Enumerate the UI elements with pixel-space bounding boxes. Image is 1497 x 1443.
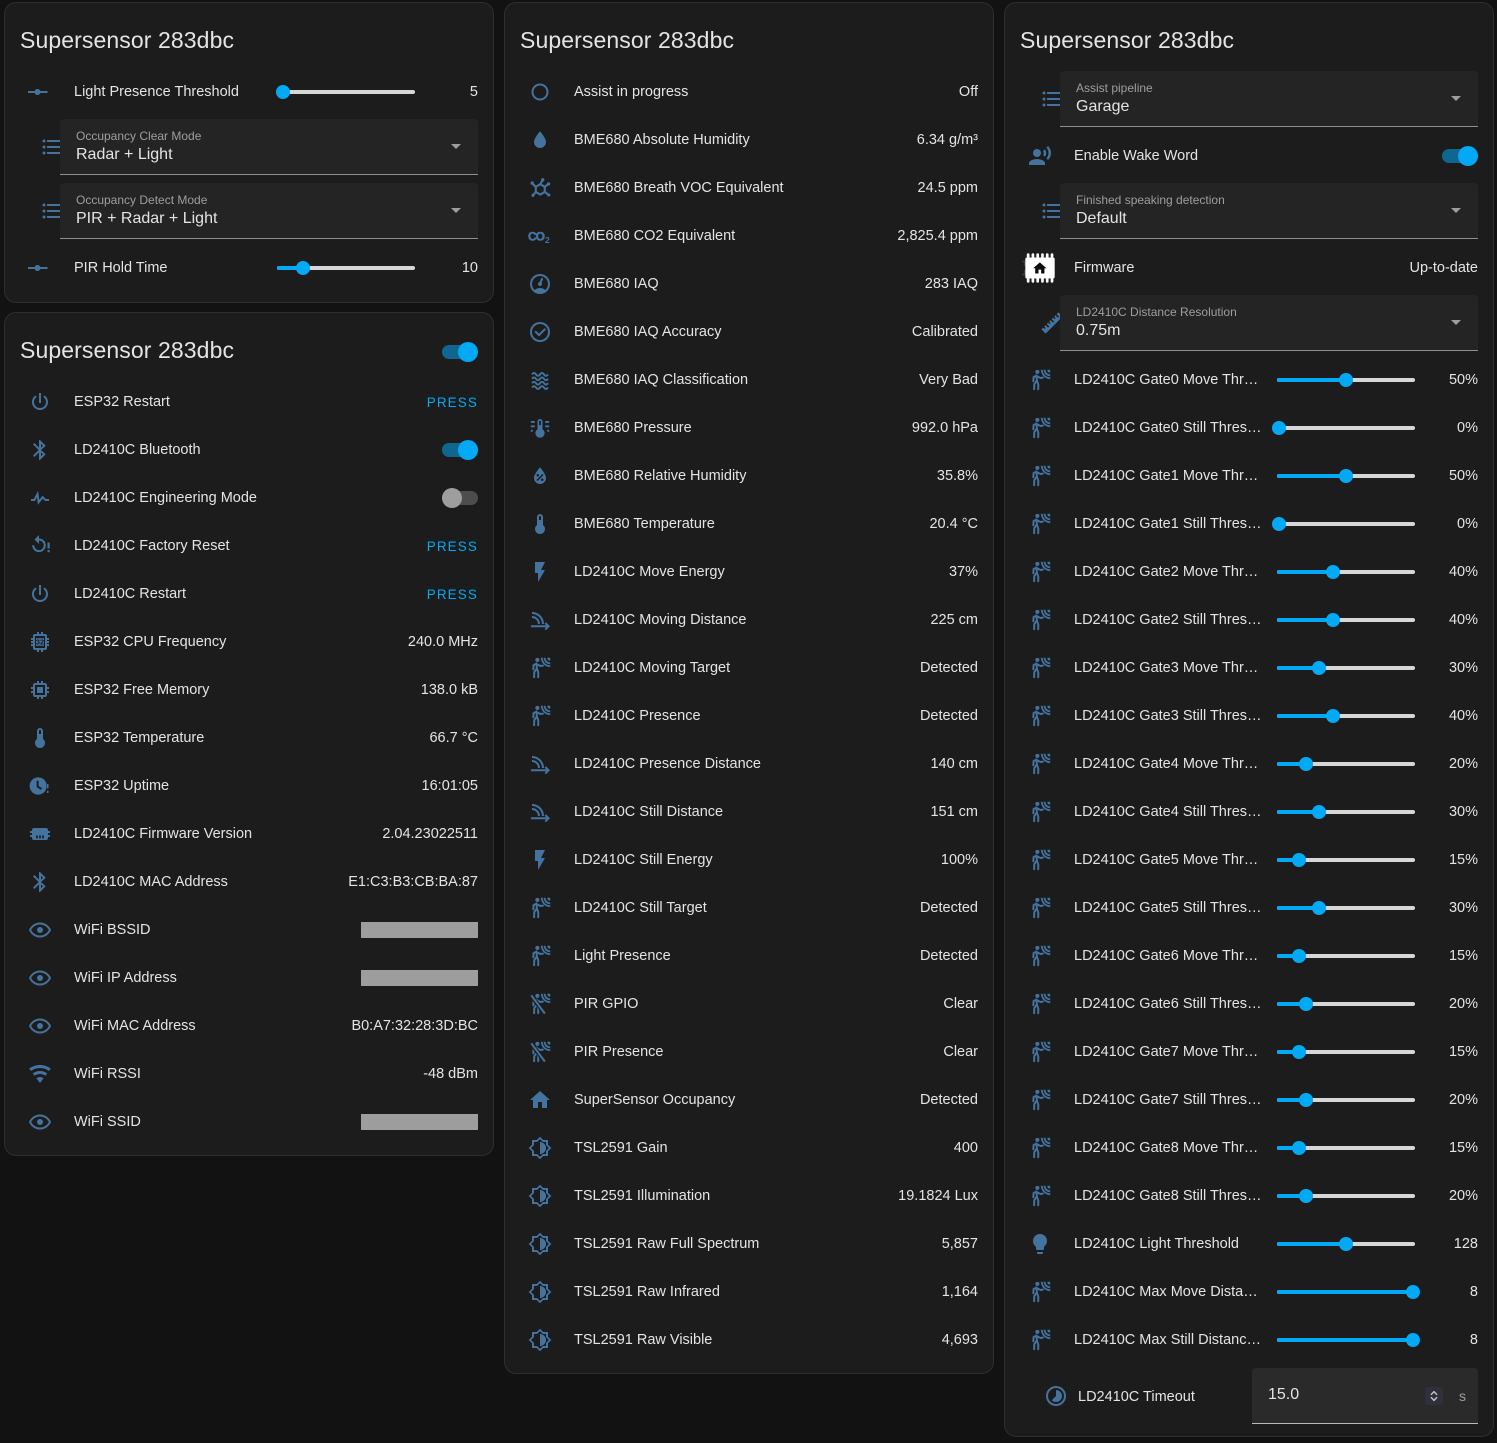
svg-text:2: 2 [545,235,550,245]
svg-text:CO: CO [528,230,545,244]
svg-text:32: 32 [36,638,44,647]
